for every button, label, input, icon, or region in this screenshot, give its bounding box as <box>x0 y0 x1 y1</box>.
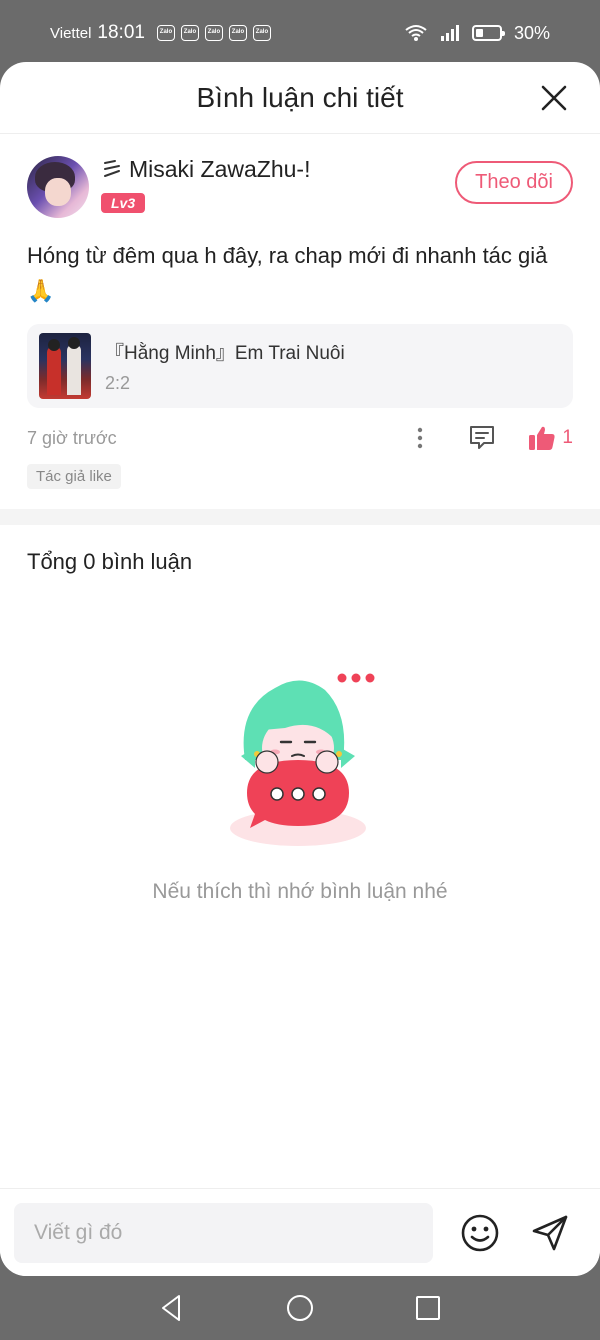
comment-input[interactable] <box>14 1202 433 1263</box>
meta-actions: 1 <box>408 424 573 452</box>
book-title: 『Hằng Minh』Em Trai Nuôi <box>105 343 345 364</box>
battery-fill <box>475 29 483 37</box>
author-name[interactable]: Misaki ZawaZhu-! <box>129 156 310 183</box>
comment-icon[interactable] <box>468 424 496 452</box>
post-text-content: Hóng từ đêm qua h đây, ra chap mới đi nh… <box>27 243 548 268</box>
follow-button[interactable]: Theo dõi <box>455 161 573 204</box>
pray-emoji: 🙏 <box>27 278 55 303</box>
clock: 18:01 <box>97 22 145 43</box>
wifi-icon <box>405 25 427 41</box>
recent-apps-icon[interactable] <box>413 1293 443 1323</box>
status-bar: Viettel 18:01 Zalo Zalo Zalo Zalo Zalo 3… <box>0 0 600 66</box>
book-cover <box>39 333 91 399</box>
battery-percent: 30% <box>513 22 550 43</box>
cover-figure-head <box>68 337 80 349</box>
status-right: 30% <box>404 23 550 44</box>
signal-icon <box>440 25 459 41</box>
zalo-notification-icon: Zalo <box>180 25 199 41</box>
status-left: Viettel 18:01 Zalo Zalo Zalo Zalo Zalo <box>50 22 271 44</box>
comment-input-bar <box>0 1188 600 1276</box>
zalo-notification-icon: Zalo <box>252 25 271 41</box>
empty-comments-message: Nếu thích thì nhớ bình luận nhé <box>152 880 448 903</box>
author-info: Misaki ZawaZhu-! Lv3 <box>101 156 310 213</box>
section-divider <box>0 509 600 525</box>
comment-detail-sheet: Bình luận chi tiết Misaki ZawaZhu-! Lv3 … <box>0 62 600 1276</box>
author-liked-tag: Tác giả like <box>27 464 121 489</box>
sheet-header: Bình luận chi tiết <box>0 62 600 134</box>
book-chapter: 2:2 <box>105 373 131 393</box>
thumbs-up-icon <box>529 426 555 450</box>
decor-icon <box>104 159 120 177</box>
send-icon[interactable] <box>530 1213 570 1253</box>
avatar[interactable] <box>27 156 89 218</box>
cover-figure <box>47 347 61 395</box>
post: Misaki ZawaZhu-! Lv3 Theo dõi Hóng từ đê… <box>0 134 600 489</box>
level-badge: Lv3 <box>101 193 146 213</box>
like-button[interactable]: 1 <box>528 425 573 451</box>
meta-row: 7 giờ trước 1 <box>27 426 573 450</box>
zalo-notification-icon: Zalo <box>204 25 223 41</box>
empty-comments-illustration <box>230 673 375 846</box>
more-options-icon[interactable] <box>408 426 432 450</box>
like-count: 1 <box>562 427 573 448</box>
battery-icon <box>471 25 505 41</box>
back-icon[interactable] <box>157 1293 187 1323</box>
author-row: Misaki ZawaZhu-! Lv3 Theo dõi <box>27 156 573 218</box>
system-nav-bar <box>0 1276 600 1340</box>
book-card[interactable]: 『Hằng Minh』Em Trai Nuôi 2:2 <box>27 324 573 408</box>
close-icon[interactable] <box>540 84 568 112</box>
carrier-label: Viettel <box>50 24 92 42</box>
zalo-notification-icon: Zalo <box>156 25 175 41</box>
sheet-title: Bình luận chi tiết <box>196 81 404 113</box>
cover-figure <box>67 345 81 395</box>
post-text: Hóng từ đêm qua h đây, ra chap mới đi nh… <box>27 238 573 308</box>
emoji-icon[interactable] <box>460 1213 500 1253</box>
comment-total: Tổng 0 bình luận <box>27 549 193 574</box>
zalo-notification-icon: Zalo <box>228 25 247 41</box>
book-info: 『Hằng Minh』Em Trai Nuôi 2:2 <box>105 338 345 394</box>
post-time: 7 giờ trước <box>27 427 117 448</box>
author-name-row: Misaki ZawaZhu-! <box>101 156 310 183</box>
home-icon[interactable] <box>285 1293 315 1323</box>
avatar-face <box>45 178 71 206</box>
cover-figure-head <box>48 339 60 351</box>
